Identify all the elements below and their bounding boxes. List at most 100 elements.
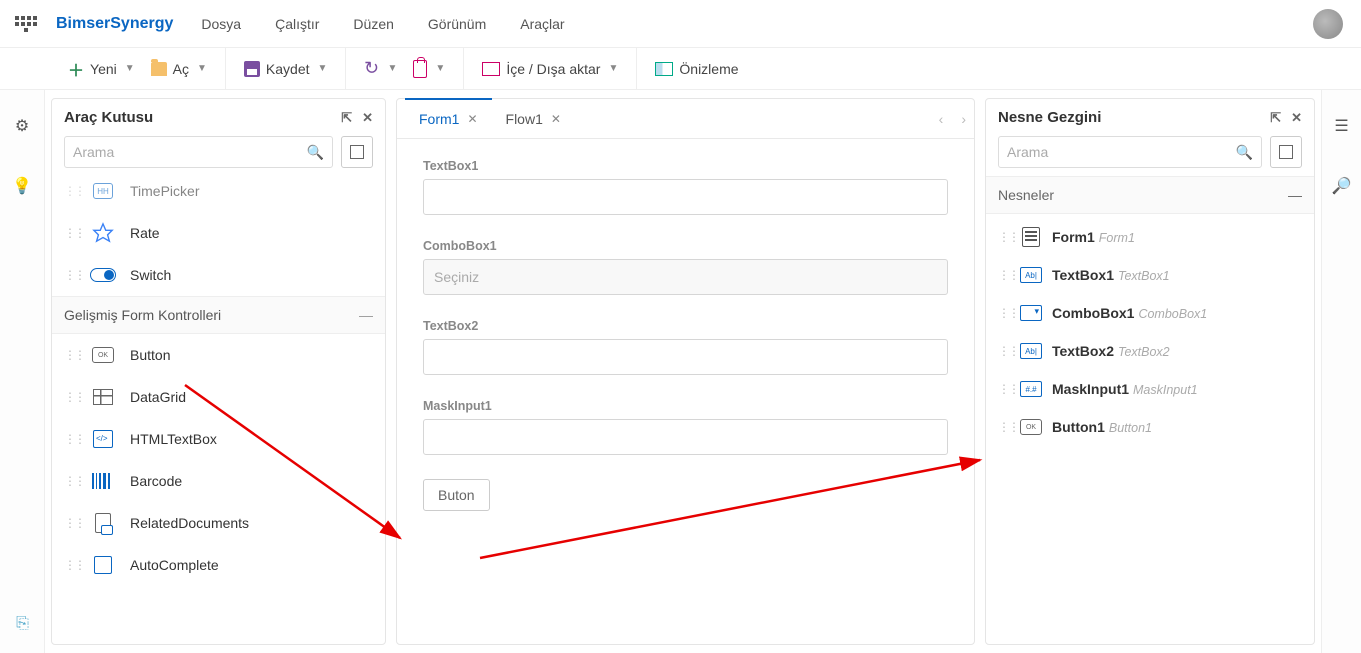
tabs-row: Form1 ✕ Flow1 ✕ ‹ › <box>397 99 974 139</box>
objexp-search[interactable]: 🔍 <box>998 136 1262 168</box>
save-button[interactable]: Kaydet ▼ <box>244 61 328 77</box>
clipboard-icon <box>413 60 427 78</box>
field-textbox2[interactable]: TextBox2 <box>423 319 948 375</box>
combobox1-input[interactable]: Seçiniz <box>423 259 948 295</box>
tool-switch[interactable]: ⋮⋮ Switch <box>52 254 385 296</box>
obj-name: TextBox2 <box>1052 343 1114 359</box>
drag-handle-icon: ⋮⋮ <box>64 226 76 240</box>
tab-next-icon[interactable]: › <box>961 111 966 127</box>
tool-rate[interactable]: ⋮⋮ Rate <box>52 212 385 254</box>
toolbox-search[interactable]: 🔍 <box>64 136 333 168</box>
tab-close-icon[interactable]: ✕ <box>467 112 477 126</box>
tool-timepicker[interactable]: ⋮⋮ HH TimePicker <box>52 176 385 212</box>
save-icon <box>244 61 260 77</box>
tab-label: Flow1 <box>506 111 543 127</box>
tool-relateddocuments[interactable]: ⋮⋮ RelatedDocuments <box>52 502 385 544</box>
datagrid-icon <box>93 389 113 405</box>
search-icon: 🔍 <box>1236 144 1253 161</box>
import-export-button[interactable]: İçe / Dışa aktar ▼ <box>482 61 618 77</box>
tab-form1[interactable]: Form1 ✕ <box>405 99 492 138</box>
combobox-placeholder: Seçiniz <box>434 269 479 285</box>
tool-autocomplete[interactable]: ⋮⋮ AutoComplete <box>52 544 385 586</box>
chevron-down-icon: ▼ <box>388 63 398 74</box>
close-icon[interactable]: ✕ <box>1291 110 1302 126</box>
menu-view[interactable]: Görünüm <box>428 16 486 32</box>
obj-textbox2[interactable]: ⋮⋮ Ab| TextBox2TextBox2 <box>986 332 1314 370</box>
tab-prev-icon[interactable]: ‹ <box>939 111 944 127</box>
search-rail-icon[interactable]: 🔎 <box>1332 176 1352 196</box>
tab-label: Form1 <box>419 111 459 127</box>
objexp-section-header[interactable]: Nesneler — <box>986 176 1314 214</box>
form-canvas[interactable]: TextBox1 ComboBox1 Seçiniz TextBox2 Mask… <box>397 139 974 644</box>
plus-icon: ＋ <box>68 57 84 81</box>
tool-label: TimePicker <box>130 183 200 199</box>
textbox2-input[interactable] <box>423 339 948 375</box>
undo-button[interactable]: ↺ ▼ <box>364 58 397 79</box>
menu-run[interactable]: Çalıştır <box>275 16 319 32</box>
avatar[interactable] <box>1313 9 1343 39</box>
obj-type: MaskInput1 <box>1133 383 1198 397</box>
tool-htmltextbox[interactable]: ⋮⋮ HTMLTextBox <box>52 418 385 460</box>
drag-handle-icon: ⋮⋮ <box>64 558 76 572</box>
drag-handle-icon: ⋮⋮ <box>998 230 1010 244</box>
field-label: ComboBox1 <box>423 239 948 253</box>
preview-button[interactable]: Önizleme <box>655 61 738 77</box>
obj-combobox1[interactable]: ⋮⋮ ComboBox1ComboBox1 <box>986 294 1314 332</box>
menu-file[interactable]: Dosya <box>201 16 241 32</box>
drag-handle-icon: ⋮⋮ <box>64 432 76 446</box>
object-explorer-panel: Nesne Gezgini ⇱ ✕ 🔍 Nesneler — ⋮⋮ Form1F… <box>985 98 1315 645</box>
tab-flow1[interactable]: Flow1 ✕ <box>492 99 575 138</box>
list-rail-icon[interactable]: ☰ <box>1334 116 1348 136</box>
pin-icon[interactable]: ⇱ <box>341 110 352 126</box>
textbox-icon: Ab| <box>1020 267 1042 283</box>
field-combobox1[interactable]: ComboBox1 Seçiniz <box>423 239 948 295</box>
obj-button1[interactable]: ⋮⋮ OK Button1Button1 <box>986 408 1314 446</box>
toolbox-header: Araç Kutusu ⇱ ✕ <box>52 99 385 136</box>
obj-form1[interactable]: ⋮⋮ Form1Form1 <box>986 218 1314 256</box>
close-icon[interactable]: ✕ <box>362 110 373 126</box>
obj-textbox1[interactable]: ⋮⋮ Ab| TextBox1TextBox1 <box>986 256 1314 294</box>
save-label: Kaydet <box>266 61 310 77</box>
obj-type: Form1 <box>1099 231 1135 245</box>
tool-label: Button <box>130 347 170 363</box>
topbar: BimserSynergy Dosya Çalıştır Düzen Görün… <box>0 0 1361 48</box>
settings-rail-icon[interactable]: ⚙ <box>15 116 29 136</box>
tool-button[interactable]: ⋮⋮ OK Button <box>52 334 385 376</box>
maskinput1-input[interactable] <box>423 419 948 455</box>
field-label: MaskInput1 <box>423 399 948 413</box>
new-button[interactable]: ＋ Yeni ▼ <box>68 57 135 81</box>
objexp-layout-toggle[interactable] <box>1270 136 1302 168</box>
menu-edit[interactable]: Düzen <box>353 16 393 32</box>
obj-type: Button1 <box>1109 421 1152 435</box>
brand: BimserSynergy <box>56 15 173 33</box>
app-launcher-icon[interactable] <box>14 12 38 36</box>
button-icon: OK <box>92 347 114 363</box>
tab-close-icon[interactable]: ✕ <box>551 112 561 126</box>
toolbox-section-header[interactable]: Gelişmiş Form Kontrolleri — <box>52 296 385 334</box>
objexp-list: ⋮⋮ Form1Form1 ⋮⋮ Ab| TextBox1TextBox1 ⋮⋮… <box>986 214 1314 450</box>
clipboard-button[interactable]: ▼ <box>413 60 445 78</box>
textbox1-input[interactable] <box>423 179 948 215</box>
star-icon <box>90 222 116 244</box>
field-maskinput1[interactable]: MaskInput1 <box>423 399 948 455</box>
open-button[interactable]: Aç ▼ <box>151 61 207 77</box>
open-label: Aç <box>173 61 189 77</box>
combobox-icon <box>1020 305 1042 321</box>
tool-barcode[interactable]: ⋮⋮ Barcode <box>52 460 385 502</box>
menu-tools[interactable]: Araçlar <box>520 16 564 32</box>
obj-type: TextBox2 <box>1118 345 1170 359</box>
deploy-rail-icon[interactable]: ⎘ <box>16 615 29 633</box>
toolbox-title: Araç Kutusu <box>64 109 153 126</box>
new-label: Yeni <box>90 61 117 77</box>
bulb-rail-icon[interactable]: 💡 <box>12 176 32 196</box>
canvas-button[interactable]: Buton <box>423 479 490 511</box>
obj-maskinput1[interactable]: ⋮⋮ #.# MaskInput1MaskInput1 <box>986 370 1314 408</box>
obj-name: ComboBox1 <box>1052 305 1134 321</box>
tool-datagrid[interactable]: ⋮⋮ DataGrid <box>52 376 385 418</box>
objexp-search-input[interactable] <box>1007 144 1236 160</box>
field-textbox1[interactable]: TextBox1 <box>423 159 948 215</box>
toolbox-search-input[interactable] <box>73 144 307 160</box>
toolbox-layout-toggle[interactable] <box>341 136 373 168</box>
pin-icon[interactable]: ⇱ <box>1270 110 1281 126</box>
tool-label: Switch <box>130 267 171 283</box>
